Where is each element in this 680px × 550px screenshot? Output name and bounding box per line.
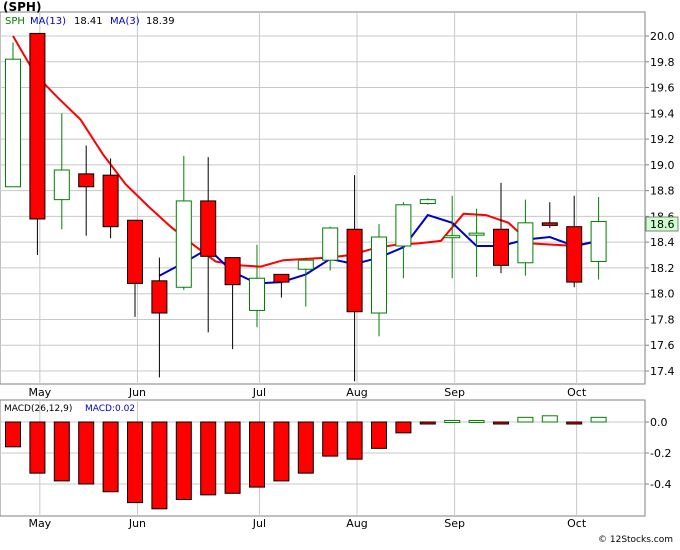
macd-bar xyxy=(517,416,534,423)
price-x-tick-label: Sep xyxy=(444,386,465,399)
price-panel xyxy=(0,11,646,385)
macd-x-tick-label: Jul xyxy=(252,517,266,530)
legend-ma3: MA(3) xyxy=(110,16,140,27)
macd-bar xyxy=(297,421,314,474)
price-x-tick-label: Aug xyxy=(346,386,367,399)
candle-body xyxy=(493,228,509,266)
chart-canvas: 17.4 17.6 17.8 18.0 18.2 18.4 18.6 18.8 19.0 19.2… xyxy=(0,0,680,546)
candle-body xyxy=(590,221,607,262)
price-tick-label: 19.6 xyxy=(650,82,675,95)
price-tick-label: 19.0 xyxy=(650,159,675,172)
candle-body xyxy=(566,226,583,283)
candle-body xyxy=(395,204,412,247)
macd-bar xyxy=(53,421,70,482)
macd-tick-label: -0.2 xyxy=(650,447,671,460)
price-tick-label: 18.2 xyxy=(650,262,675,275)
candle-body xyxy=(53,169,70,201)
candle-body xyxy=(273,273,290,283)
macd-bar xyxy=(468,419,485,423)
candle-body xyxy=(346,228,363,313)
price-tick-label: 17.8 xyxy=(650,313,675,326)
macd-bar xyxy=(444,419,461,423)
legend-symbol: SPH xyxy=(5,16,25,27)
price-tick-label: 19.8 xyxy=(650,56,675,69)
last-price-label: 18.6 xyxy=(650,218,675,231)
chart-title: (SPH) xyxy=(3,0,41,14)
stock-chart: 17.4 17.6 17.8 18.0 18.2 18.4 18.6 18.8 19.0 19.2… xyxy=(0,0,680,546)
candle-body xyxy=(29,32,46,220)
candle-body xyxy=(444,235,461,239)
macd-value-label: MACD:0.02 xyxy=(85,404,135,414)
candle-body xyxy=(127,219,143,284)
candle-body xyxy=(249,277,265,311)
candle-body xyxy=(419,199,436,204)
macd-tick-label: -0.4 xyxy=(650,478,671,491)
price-tick-label: 18.4 xyxy=(650,236,675,249)
legend-ma13: MA(13) xyxy=(30,16,66,27)
price-tick-label: 19.4 xyxy=(650,107,675,120)
macd-bar xyxy=(395,421,412,434)
macd-bar xyxy=(371,421,387,449)
legend-ma3-value: 18.39 xyxy=(146,16,175,27)
macd-bar xyxy=(151,421,168,510)
macd-bar xyxy=(102,421,119,493)
price-x-tick-label: May xyxy=(28,386,51,399)
price-tick-label: 18.8 xyxy=(650,185,675,198)
price-x-tick-label: Jul xyxy=(252,386,266,399)
macd-x-tick-label: Jun xyxy=(128,517,146,530)
macd-bar xyxy=(249,421,265,488)
candle-body xyxy=(541,222,558,226)
candle-body xyxy=(297,259,314,270)
price-tick-label: 20.0 xyxy=(650,30,675,43)
candle-body xyxy=(322,227,339,261)
candle-body xyxy=(371,236,387,314)
macd-bar xyxy=(5,421,21,448)
macd-x-tick-label: Aug xyxy=(346,517,367,530)
macd-bar xyxy=(78,421,95,485)
price-tick-label: 18.0 xyxy=(650,288,675,301)
macd-bar xyxy=(493,421,509,425)
price-x-tick-label: Jun xyxy=(128,386,146,399)
macd-bar xyxy=(590,416,607,423)
price-x-tick-label: Oct xyxy=(567,386,587,399)
macd-x-tick-label: Sep xyxy=(444,517,465,530)
macd-bar xyxy=(200,421,217,496)
candle-body xyxy=(5,58,21,188)
price-tick-label: 17.6 xyxy=(650,339,675,352)
macd-label: MACD(26,12,9) xyxy=(4,404,72,414)
candle-body xyxy=(151,280,168,314)
macd-x-tick-label: May xyxy=(28,517,51,530)
candle-body xyxy=(175,200,192,288)
macd-bar xyxy=(224,421,241,494)
macd-bar xyxy=(29,421,46,474)
candle-body xyxy=(468,232,485,236)
macd-bar xyxy=(541,415,558,423)
macd-bar xyxy=(419,421,436,425)
candle-body xyxy=(78,173,95,188)
macd-bar xyxy=(127,421,143,504)
macd-x-tick-label: Oct xyxy=(567,517,587,530)
macd-bar xyxy=(322,421,339,457)
macd-bar xyxy=(346,421,363,460)
candle-body xyxy=(200,200,217,257)
macd-bar xyxy=(273,421,290,482)
candle-body xyxy=(102,174,119,228)
macd-bar xyxy=(175,421,192,500)
price-tick-label: 19.2 xyxy=(650,133,675,146)
candle xyxy=(5,42,21,188)
legend-ma13-value: 18.41 xyxy=(74,16,103,27)
macd-bar xyxy=(566,421,583,425)
candle xyxy=(419,198,436,205)
price-tick-label: 17.4 xyxy=(650,365,675,378)
watermark: © 12Stocks.com xyxy=(598,535,673,545)
candle-body xyxy=(517,222,534,264)
candle-body xyxy=(224,257,241,286)
macd-tick-label: 0.0 xyxy=(650,416,668,429)
